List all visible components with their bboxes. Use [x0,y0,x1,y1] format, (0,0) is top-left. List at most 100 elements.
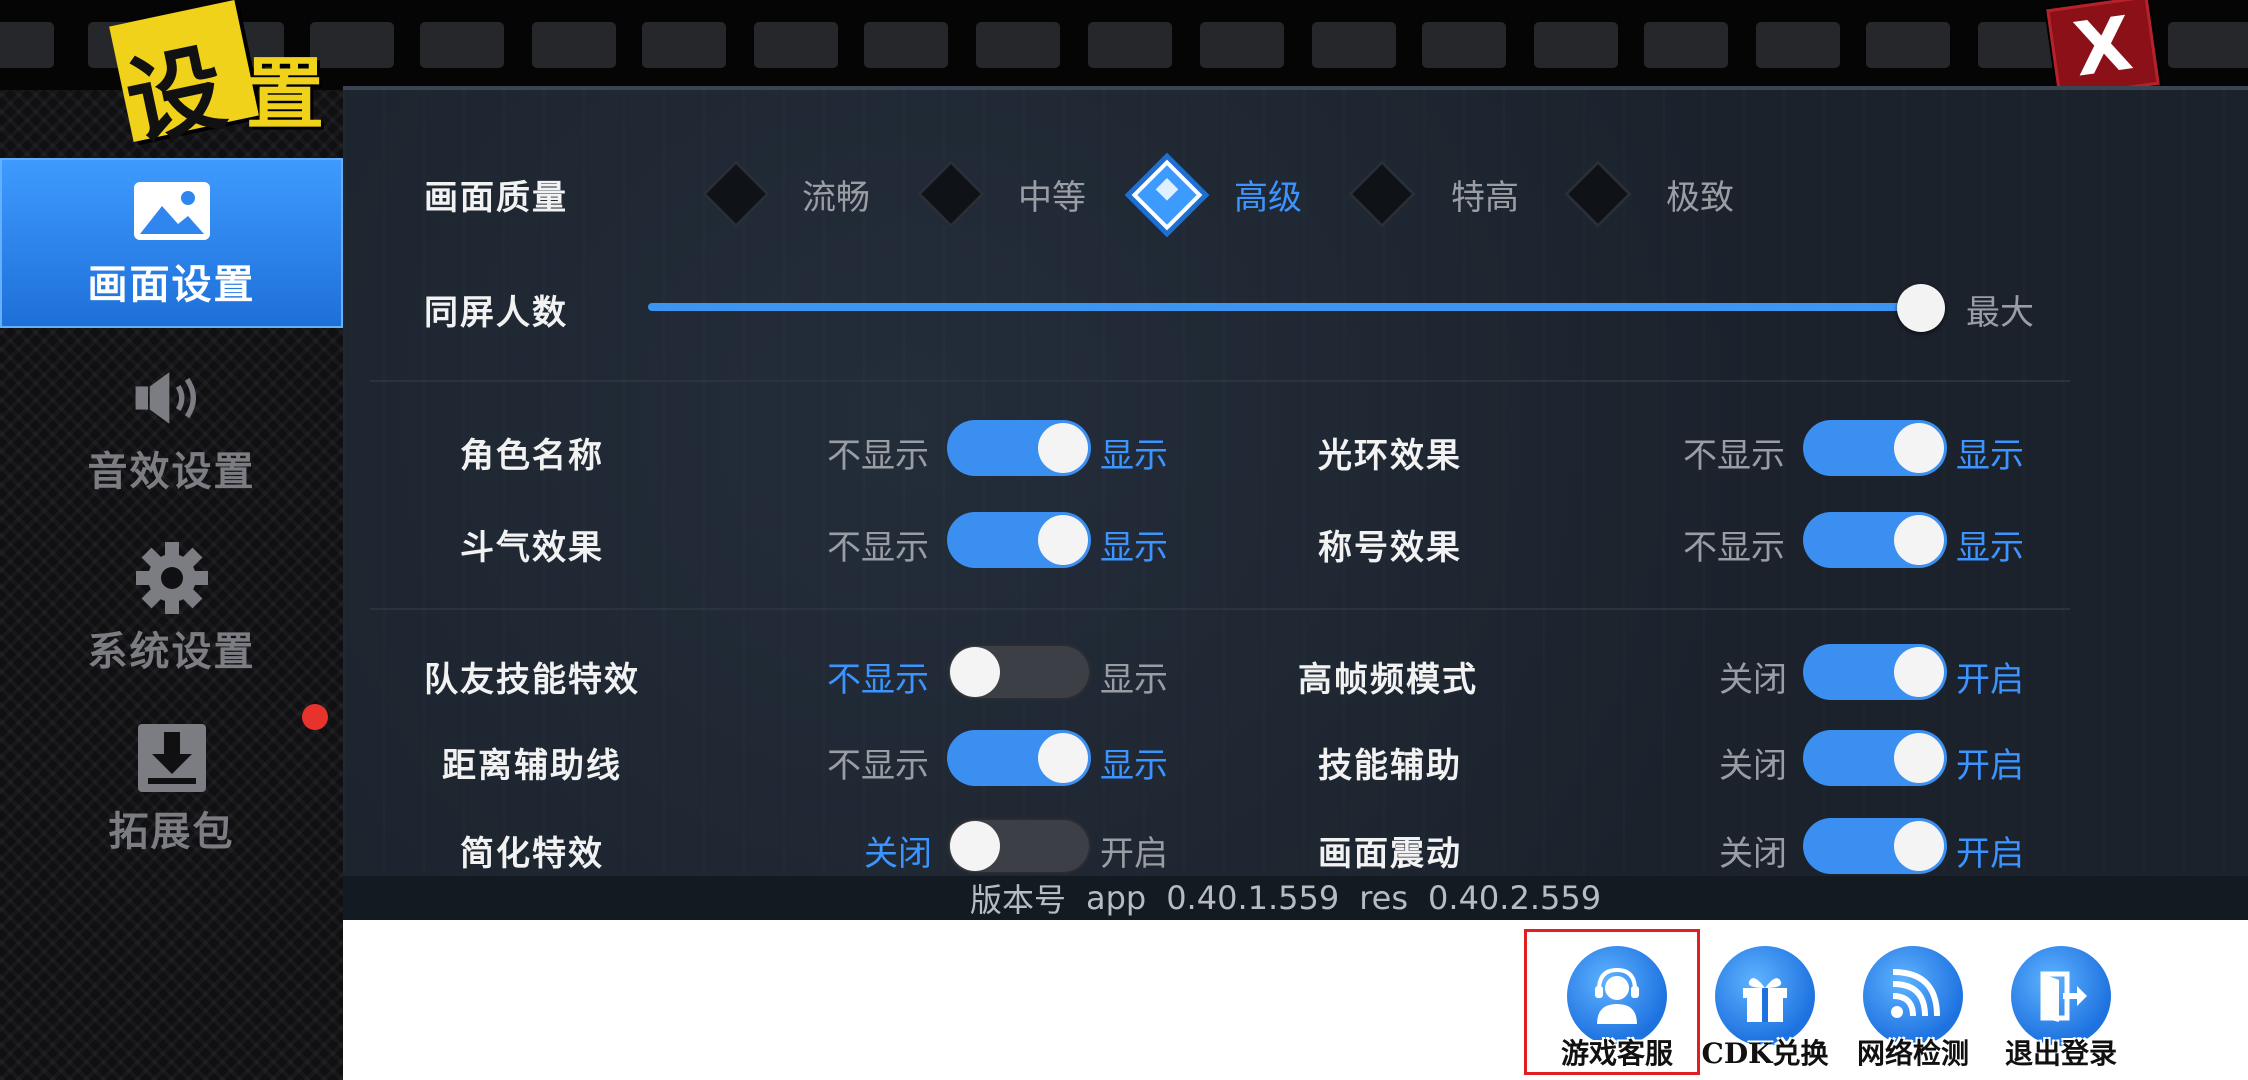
toggle-off-text: 不显示 [1683,528,1785,568]
film-hole [1534,22,1618,68]
toggle-skill-assist[interactable] [1803,730,1947,786]
toggle-knob [1894,821,1944,871]
toggle-knob [1894,515,1944,565]
logout-button[interactable]: 退出登录 [1991,946,2131,1076]
toggle-on-text: 开启 [1100,834,1168,874]
res-version: 0.40.2.559 [1428,879,1602,917]
toggle-label: 光环效果 [1318,436,1462,476]
toggle-off-text: 不显示 [1683,436,1785,476]
film-hole [1200,22,1284,68]
version-bar: 版本号 app 0.40.1.559 res 0.40.2.559 [343,876,2248,920]
toggle-on-text: 显示 [1100,746,1168,786]
toggle-battle-aura[interactable] [947,512,1091,568]
toggle-knob [1038,733,1088,783]
players-slider-handle[interactable] [1897,284,1945,332]
toggle-label: 技能辅助 [1318,746,1462,786]
bottom-button-label: CDK兑换 [1701,1037,1829,1070]
divider [370,380,2070,382]
toggle-title-effect[interactable] [1803,512,1947,568]
sidebar-item-system[interactable]: 系统设置 [0,525,343,695]
sidebar-item-display[interactable]: 画面设置 [0,158,343,328]
film-hole [1312,22,1396,68]
bottom-button-label: 退出登录 [2004,1037,2117,1070]
sidebar-item-sound[interactable]: 音效设置 [0,345,343,515]
film-hole [0,22,54,68]
bottom-button-label: 游戏客服 [1560,1037,1673,1070]
toggle-screen-shake[interactable] [1803,818,1947,874]
toggle-on-text: 显示 [1100,528,1168,568]
toggle-role-name[interactable] [947,420,1091,476]
sidebar-item-label: 画面设置 [87,262,256,308]
players-value: 最大 [1966,293,2034,333]
bottom-button-label: 网络检测 [1856,1037,1969,1070]
toggle-high-framerate[interactable] [1803,644,1947,700]
toggle-aura-effect[interactable] [1803,420,1947,476]
film-hole [976,22,1060,68]
film-hole [420,22,504,68]
sidebar-item-label: 音效设置 [87,449,256,495]
app-version: 0.40.1.559 [1166,879,1340,917]
toggle-on-text: 显示 [1100,436,1168,476]
players-slider[interactable] [648,303,1920,311]
quality-option-label: 极致 [1666,178,1734,218]
divider [370,608,2070,610]
toggle-on-text: 开启 [1956,834,2024,874]
toggle-on-text: 开启 [1956,660,2024,700]
toggle-on-text: 显示 [1956,436,2024,476]
toggle-off-text: 不显示 [827,436,929,476]
quality-option-label: 中等 [1018,178,1086,218]
film-hole [642,22,726,68]
toggle-off-text: 关闭 [1719,834,1787,874]
network-check-button[interactable]: 网络检测 [1843,946,1983,1076]
players-label: 同屏人数 [424,293,568,333]
toggle-knob [1894,423,1944,473]
customer-service-button[interactable]: 游戏客服 [1547,946,1687,1076]
toggle-label: 高帧频模式 [1298,660,1478,700]
cdk-redeem-button[interactable]: CDK兑换 [1695,946,1835,1076]
notification-dot [302,704,328,730]
toggle-distance-guide[interactable] [947,730,1091,786]
toggle-on-text: 显示 [1100,660,1168,700]
res-label: res [1359,879,1409,917]
close-icon: X [2068,0,2138,94]
wifi-icon [1863,946,1963,1046]
film-hole [2168,22,2248,68]
gear-icon [132,542,212,614]
logout-icon [2011,946,2111,1046]
toggle-simplified-effects[interactable] [947,818,1091,874]
app-label: app [1085,879,1147,917]
toggle-label: 距离辅助线 [442,746,622,786]
film-hole [1866,22,1950,68]
toggle-off-text: 关闭 [1719,746,1787,786]
toggle-knob [950,647,1000,697]
toggle-teammate-skill-effects[interactable] [947,644,1091,700]
settings-title-logo: 设 置 [109,0,352,161]
version-label: 版本号 [969,881,1066,919]
toggle-knob [1894,647,1944,697]
toggle-label: 称号效果 [1318,528,1462,568]
download-icon [132,723,212,793]
customer-service-icon [1567,946,1667,1046]
toggle-off-text: 不显示 [827,528,929,568]
page-title: 置 [246,50,325,140]
film-hole [1756,22,1840,68]
sidebar-item-expansion[interactable]: 拓展包 [0,705,343,875]
sidebar-item-label: 拓展包 [108,809,235,855]
film-hole [864,22,948,68]
image-icon [132,176,212,246]
toggle-label: 队友技能特效 [424,660,640,700]
quality-label: 画面质量 [424,178,568,218]
gift-icon [1715,946,1815,1046]
film-hole [754,22,838,68]
toggle-knob [950,821,1000,871]
film-hole [1088,22,1172,68]
quality-option-label: 特高 [1451,178,1519,218]
toggle-knob [1038,515,1088,565]
toggle-label: 角色名称 [460,436,604,476]
toggle-off-text: 关闭 [864,834,932,874]
toggle-on-text: 开启 [1956,746,2024,786]
close-button[interactable]: X [2046,0,2160,99]
film-hole [532,22,616,68]
film-hole [1644,22,1728,68]
quality-option-label: 高级 [1234,178,1302,218]
